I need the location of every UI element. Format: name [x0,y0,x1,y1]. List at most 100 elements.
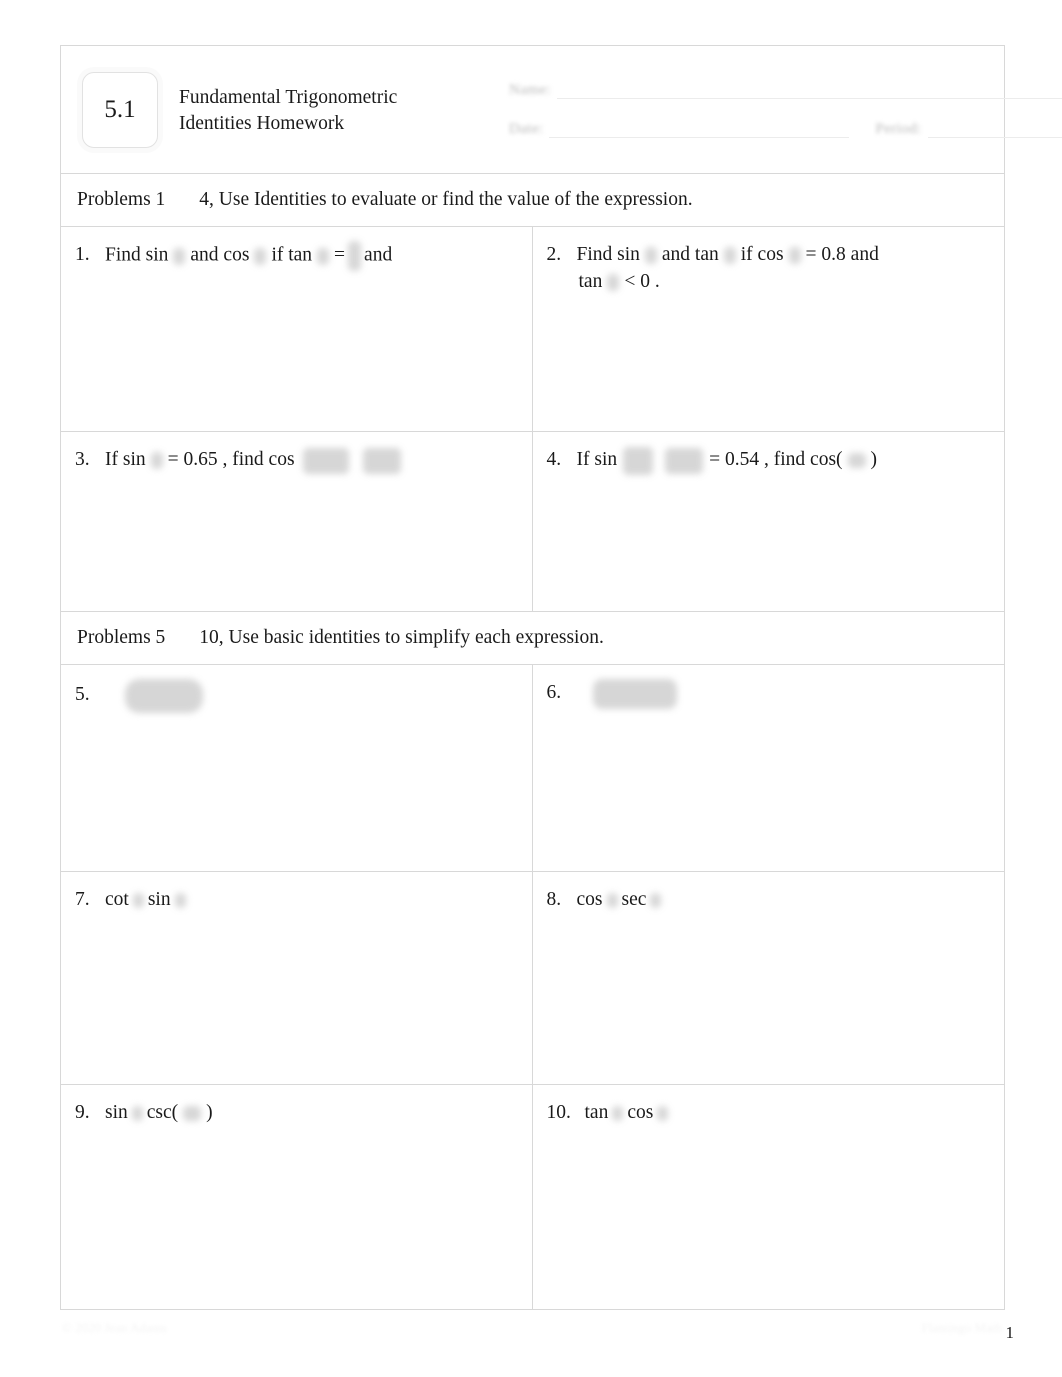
problem-9-part-2: csc( [146,1102,179,1123]
problem-3-part-1: If sin [105,449,146,470]
instruction-2-prefix: Problems 5 [77,627,166,648]
problem-row-1-2: 1. Find sin and cos if tan = and 2. Find sin an… [61,227,1004,432]
problem-4-number: 4. [546,449,562,470]
footer-copyright: © 2020 Jean Adams [62,1320,167,1335]
problem-cell-6[interactable]: 6. [533,665,1005,871]
theta-glyph [173,247,186,265]
problem-1-part-5: and [364,244,393,266]
problem-cell-7[interactable]: 7. cot sin [61,872,533,1084]
expression-glyph [302,447,349,474]
instruction-2-suffix: 10, Use basic identities to simplify eac… [199,627,604,648]
problem-2-line-2: tan < 0 . [547,268,991,295]
title-line-1: Fundamental Trigonometric [179,86,398,108]
problem-4-part-2: = 0.54 , find cos( [709,449,843,470]
worksheet-title: Fundamental Trigonometric Identities Hom… [179,46,509,173]
date-label: Date: [509,120,544,137]
problem-cell-1[interactable]: 1. Find sin and cos if tan = and [61,227,533,431]
problem-cell-9[interactable]: 9. sin csc() [61,1085,533,1309]
date-period-field-row: Date: Period: [509,121,1062,138]
page-footer: © 2020 Jean Adams Flamingo Math [62,1320,1002,1346]
problem-row-3-4: 3. If sin = 0.65 , find cos 4. If sin = 0.54… [61,432,1004,612]
problem-7-part-2: sin [147,889,171,910]
problem-3-number: 3. [75,449,90,470]
period-input-line[interactable] [927,122,1062,138]
theta-glyph [317,247,330,265]
problem-7-number: 7. [75,889,90,910]
student-info-fields: Name: Date: Period: [509,46,1062,173]
problem-2-number: 2. [546,244,562,265]
theta-glyph [606,893,618,909]
problem-2-part-6: < 0 . [624,271,660,292]
worksheet-header: 5.1 Fundamental Trigonometric Identities… [61,46,1062,174]
footer-brand: Flamingo Math [921,1320,1002,1335]
problem-cell-10[interactable]: 10. tan cos [533,1085,1005,1309]
section-badge-container: 5.1 [61,46,179,173]
theta-glyph [132,893,144,909]
name-input-line[interactable] [556,83,1062,99]
problem-2-part-2: and tan [661,244,719,265]
expression-glyph [592,679,677,709]
problem-row-5-6: 5. 6. [61,665,1004,872]
expression-glyph [125,679,203,713]
theta-glyph [607,274,620,292]
problem-4-part-3: ) [870,449,878,470]
title-line-2: Identities Homework [179,112,345,134]
problem-row-9-10: 9. sin csc() 10. tan cos [61,1085,1004,1309]
date-input-line[interactable] [549,122,850,138]
theta-glyph [183,1106,202,1122]
problem-10-part-1: tan [584,1102,609,1123]
problem-1-part-1: Find sin [105,244,169,266]
problem-8-part-2: sec [621,889,647,910]
problem-2-part-4: = 0.8 and [805,244,879,265]
problem-9-part-3: ) [206,1102,213,1123]
problem-2-part-3: if cos [740,244,784,265]
instruction-problems-5-10: Problems 5 10, Use basic identities to s… [61,612,1004,665]
theta-glyph [131,1106,143,1122]
period-label: Period: [875,120,922,137]
problem-1-number: 1. [75,244,90,266]
problem-3-part-2: = 0.65 , find cos [167,449,295,470]
problem-10-number: 10. [546,1102,571,1123]
problem-5-number: 5. [75,684,90,706]
problem-10-part-2: cos [627,1102,654,1123]
instruction-problems-1-4: Problems 1 4, Use Identities to evaluate… [61,174,1004,227]
theta-glyph [254,247,267,265]
problem-1-part-3: if tan [271,244,313,266]
problem-9-part-1: sin [105,1102,128,1123]
theta-glyph [847,453,866,469]
section-number-badge: 5.1 [82,71,158,148]
problem-4-part-1: If sin [576,449,618,470]
instruction-1-prefix: Problems 1 [77,189,166,210]
problem-8-part-1: cos [576,889,603,910]
problem-cell-4[interactable]: 4. If sin = 0.54 , find cos() [533,432,1005,611]
expression-glyph [665,447,704,474]
theta-glyph [174,893,186,909]
problem-cell-5[interactable]: 5. [61,665,533,871]
instruction-1-suffix: 4, Use Identities to evaluate or find th… [199,189,693,210]
expression-glyph [362,447,401,474]
theta-glyph [657,1106,669,1122]
problem-1-part-4: = [334,244,346,266]
theta-glyph [650,893,662,909]
theta-glyph [150,452,163,470]
problem-9-number: 9. [75,1102,90,1123]
problem-cell-2[interactable]: 2. Find sin and tan if cos = 0.8 and tan < 0 … [533,227,1005,431]
problem-row-7-8: 7. cot sin 8. cos sec [61,872,1004,1085]
problem-7-part-1: cot [105,889,129,910]
page-number: 1 [1005,1323,1015,1342]
problem-6-number: 6. [546,682,562,704]
expression-glyph [623,446,654,475]
worksheet-page: 5.1 Fundamental Trigonometric Identities… [0,0,1062,1377]
problem-1-part-2: and cos [190,244,250,266]
name-label: Name: [509,81,551,98]
theta-glyph [723,247,736,265]
fraction-glyph [348,241,362,271]
problem-2-part-1: Find sin [576,244,640,265]
problem-2-part-5: tan [578,271,603,292]
theta-glyph [788,247,801,265]
problem-cell-8[interactable]: 8. cos sec [533,872,1005,1084]
problem-8-number: 8. [546,889,562,910]
theta-glyph [612,1106,624,1122]
problem-cell-3[interactable]: 3. If sin = 0.65 , find cos [61,432,533,611]
name-field-row: Name: [509,82,1062,99]
